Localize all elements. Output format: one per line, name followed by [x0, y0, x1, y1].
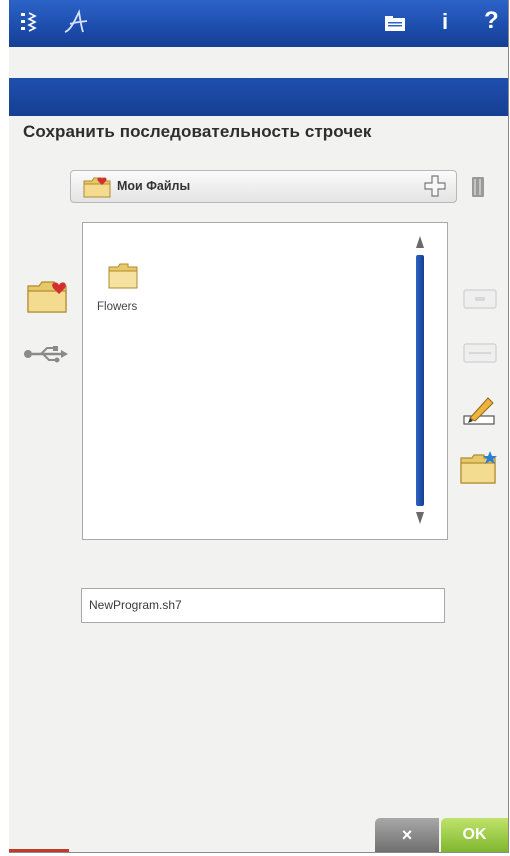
- app-window: i ? Сохранить последовательность строчек…: [9, 0, 509, 853]
- copy-icon: [463, 288, 497, 315]
- folder-name: Flowers: [97, 301, 138, 313]
- accent-line: [9, 849, 69, 852]
- top-toolbar: i ?: [9, 0, 508, 47]
- cancel-button[interactable]: ×: [375, 818, 439, 852]
- paste-icon: [463, 342, 497, 369]
- header-band: [9, 78, 508, 116]
- info-icon[interactable]: i: [442, 9, 448, 35]
- ok-button[interactable]: OK: [441, 818, 508, 852]
- location-bar[interactable]: Мои Файлы: [70, 170, 457, 203]
- file-list[interactable]: Flowers: [82, 222, 448, 540]
- delete-icon[interactable]: [471, 176, 485, 203]
- usb-icon[interactable]: [23, 344, 69, 369]
- scroll-up-icon[interactable]: [415, 235, 425, 254]
- filename-field[interactable]: NewProgram.sh7: [81, 588, 445, 623]
- rename-pencil-icon[interactable]: [462, 394, 496, 431]
- help-icon[interactable]: ?: [484, 7, 499, 35]
- filename-value: NewProgram.sh7: [89, 598, 182, 612]
- location-label: Мои Файлы: [117, 179, 191, 193]
- file-manager-icon[interactable]: [384, 14, 406, 37]
- my-files-folder-icon: [83, 176, 111, 203]
- list-item[interactable]: Flowers: [97, 263, 157, 319]
- new-folder-icon[interactable]: [460, 450, 498, 489]
- font-script-icon[interactable]: [61, 8, 93, 41]
- go-up-icon[interactable]: [424, 175, 446, 202]
- scroll-down-icon[interactable]: [415, 511, 425, 530]
- scrollbar[interactable]: [416, 255, 424, 506]
- dialog-title: Сохранить последовательность строчек: [23, 122, 372, 141]
- my-files-shortcut-icon[interactable]: [26, 280, 68, 319]
- sequence-menu-icon[interactable]: [19, 10, 41, 39]
- folder-icon: [108, 263, 138, 294]
